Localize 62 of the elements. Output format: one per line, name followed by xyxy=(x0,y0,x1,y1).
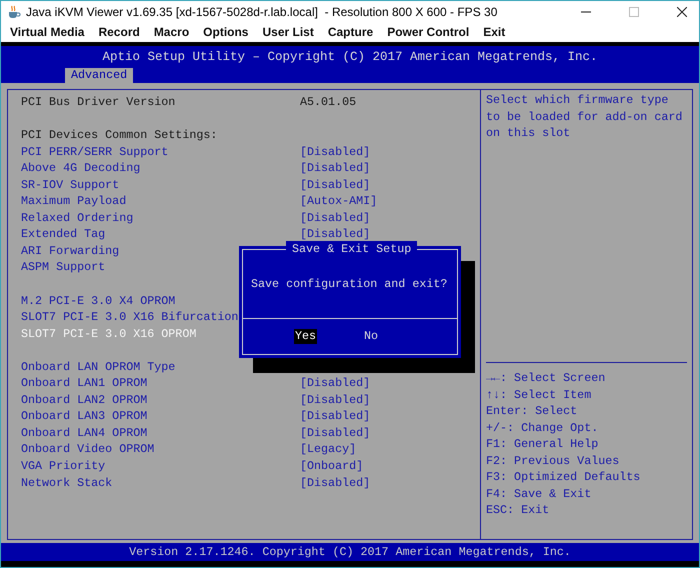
setting-label[interactable]: SLOT7 PCI-E 3.0 X16 Bifurcation xyxy=(21,309,238,326)
setting-value[interactable]: [Disabled] xyxy=(300,392,370,408)
menu-item[interactable]: Options xyxy=(196,23,256,41)
setting-value[interactable]: [Disabled] xyxy=(300,144,370,160)
setting-label[interactable]: Onboard LAN1 OPROM xyxy=(21,375,148,392)
dialog-button[interactable]: No xyxy=(363,329,380,344)
key-hint: Enter: Select xyxy=(486,403,578,420)
key-hint: →←: Select Screen xyxy=(486,370,606,386)
java-cup-icon xyxy=(7,4,21,18)
setting-label[interactable]: Onboard LAN3 OPROM xyxy=(21,408,148,425)
dialog-button[interactable]: Yes xyxy=(294,329,318,344)
setting-value[interactable]: [Disabled] xyxy=(300,375,370,392)
info-value: A5.01.05 xyxy=(300,94,356,111)
menu-item[interactable]: User List xyxy=(255,23,321,41)
help-text: Select which firmware type to be loaded for add-on card on this slot xyxy=(486,92,684,142)
setting-label[interactable]: Extended Tag xyxy=(21,226,106,243)
setting-value[interactable]: [Onboard] xyxy=(300,458,364,475)
setting-value[interactable]: [Disabled] xyxy=(300,408,370,425)
window-title: Java iKVM Viewer v1.69.35 [xd-1567-5028d-r.lab.local] - Resolution 800 X 600 - FPS 30 xyxy=(26,4,498,20)
setting-value[interactable]: [Disabled] xyxy=(300,210,370,226)
close-icon[interactable] xyxy=(677,6,687,16)
key-hint: +/-: Change Opt. xyxy=(486,420,600,436)
key-hint: F4: Save & Exit xyxy=(486,486,592,502)
menu-item[interactable]: Power Control xyxy=(380,23,476,41)
menu-item[interactable]: Capture xyxy=(320,23,380,41)
setting-label[interactable]: ASPM Support xyxy=(21,259,106,276)
key-hint: ↑↓: Select Item xyxy=(486,386,592,403)
setting-label[interactable]: Relaxed Ordering xyxy=(21,210,134,226)
key-hint: ESC: Exit xyxy=(486,502,550,518)
menu-item[interactable]: Record xyxy=(91,23,147,41)
setting-label[interactable]: Onboard LAN2 OPROM xyxy=(21,392,148,408)
key-hint: F2: Previous Values xyxy=(486,452,620,469)
menu-item[interactable]: Virtual Media xyxy=(3,23,92,41)
setting-label[interactable]: Onboard Video OPROM xyxy=(21,441,154,458)
info-label: PCI Bus Driver Version xyxy=(21,94,176,111)
setting-value[interactable]: [Disabled] xyxy=(300,424,370,442)
setting-value[interactable]: [Disabled] xyxy=(300,160,370,177)
setting-label[interactable]: Onboard LAN4 OPROM xyxy=(21,424,148,442)
setting-value[interactable]: [Legacy] xyxy=(300,441,356,458)
menu-item[interactable]: Exit xyxy=(476,23,512,41)
setting-label[interactable]: Network Stack xyxy=(21,474,112,492)
setting-label[interactable]: Onboard LAN OPROM Type xyxy=(21,358,176,376)
setting-value[interactable]: [Disabled] xyxy=(300,176,370,194)
section-heading: PCI Devices Common Settings: xyxy=(21,127,218,144)
dialog-title: Save & Exit Setup xyxy=(286,241,418,257)
setting-value[interactable]: [Disabled] xyxy=(300,474,370,492)
dialog-message: Save configuration and exit? xyxy=(251,276,448,293)
setting-label[interactable]: PCI PERR/SERR Support xyxy=(21,144,168,160)
setting-label[interactable]: Above 4G Decoding xyxy=(21,160,140,177)
setting-label[interactable]: VGA Priority xyxy=(21,458,106,475)
key-hint: F1: General Help xyxy=(486,436,600,452)
menu-item[interactable]: Macro xyxy=(146,23,196,41)
bios-footer: Version 2.17.1246. Copyright (C) 2017 American Megatrends, Inc. xyxy=(1,543,699,561)
setting-label[interactable]: M.2 PCI-E 3.0 X4 OPROM xyxy=(21,292,176,310)
bios-title: Aptio Setup Utility – Copyright (C) 2017 American Megatrends, Inc. xyxy=(101,49,599,66)
setting-label[interactable]: ARI Forwarding xyxy=(21,242,120,260)
setting-label[interactable]: SR-IOV Support xyxy=(21,176,120,194)
key-hint: F3: Optimized Defaults xyxy=(486,469,642,486)
tab[interactable]: Advanced xyxy=(65,68,134,83)
setting-label[interactable]: Maximum Payload xyxy=(21,193,126,210)
setting-value[interactable]: [Autox-AMI] xyxy=(300,193,378,210)
setting-value[interactable]: [Disabled] xyxy=(300,226,370,243)
